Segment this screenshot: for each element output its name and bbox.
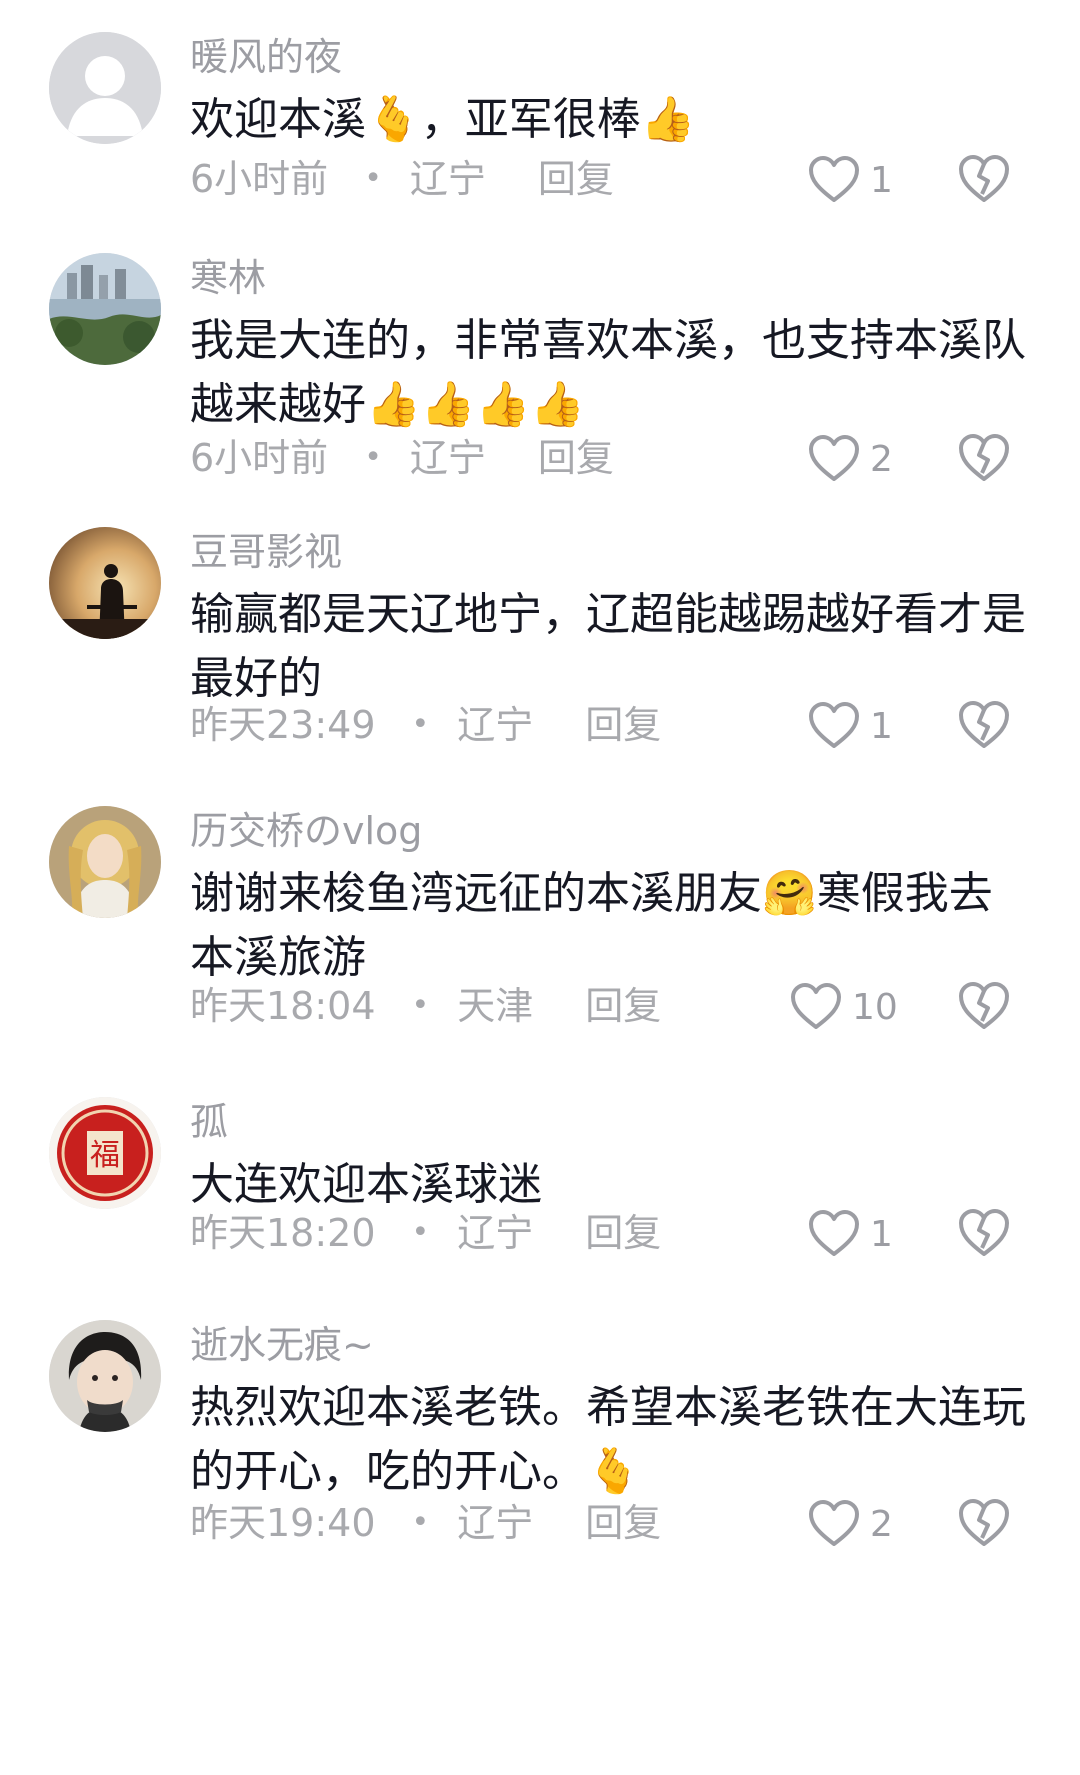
comment-location: 辽宁 <box>457 1211 534 1255</box>
reply-button[interactable]: 回复 <box>585 1498 661 1548</box>
comment-time: 6小时前 <box>190 436 329 480</box>
heart-outline-icon <box>791 983 841 1029</box>
separator-dot: • <box>411 1505 430 1540</box>
username[interactable]: 逝水无痕~ <box>190 1320 374 1370</box>
comment-time: 昨天23:49 <box>190 703 376 747</box>
comment-text: 我是大连的，非常喜欢本溪，也支持本溪队越来越好👍👍👍👍 <box>190 315 1026 430</box>
heart-outline-icon <box>809 1210 859 1256</box>
like-button[interactable]: 10 <box>790 979 900 1035</box>
comment-meta: 6小时前 • 辽宁 回复 <box>190 154 614 204</box>
like-count: 1 <box>870 159 893 201</box>
comment-time: 昨天19:40 <box>190 1501 376 1545</box>
avatar[interactable] <box>49 527 161 639</box>
comment-text: 输赢都是天辽地宁，辽超能越踢越好看才是最好的 <box>190 589 1026 704</box>
username[interactable]: 孤 <box>190 1097 228 1147</box>
dislike-button[interactable] <box>958 154 1012 208</box>
heart-outline-icon <box>809 435 859 481</box>
username[interactable]: 寒林 <box>190 253 266 303</box>
avatar[interactable] <box>49 1320 161 1432</box>
avatar[interactable] <box>49 32 161 144</box>
like-count: 1 <box>870 1213 893 1255</box>
reply-button[interactable]: 回复 <box>585 700 661 750</box>
username[interactable]: 暖风的夜 <box>190 32 342 82</box>
avatar[interactable]: 福 <box>49 1097 161 1209</box>
separator-dot: • <box>411 1215 430 1250</box>
comment-text: 谢谢来梭鱼湾远征的本溪朋友🤗寒假我去本溪旅游 <box>190 868 993 983</box>
dislike-button[interactable] <box>958 433 1012 487</box>
reply-button[interactable]: 回复 <box>585 981 661 1031</box>
dislike-button[interactable] <box>958 981 1012 1035</box>
broken-heart-icon <box>959 1209 1009 1256</box>
dislike-button[interactable] <box>958 1498 1012 1552</box>
comment-meta: 6小时前 • 辽宁 回复 <box>190 433 614 483</box>
like-button[interactable]: 1 <box>808 698 918 754</box>
username[interactable]: 历交桥のvlog <box>190 806 422 856</box>
comment-location: 天津 <box>457 984 534 1028</box>
like-button[interactable]: 2 <box>808 1496 918 1552</box>
svg-text:福: 福 <box>90 1138 120 1173</box>
heart-outline-icon <box>809 156 859 202</box>
comment-meta: 昨天18:04 • 天津 回复 <box>190 981 661 1031</box>
avatar[interactable] <box>49 806 161 918</box>
comment-text: 欢迎本溪🫰，亚军很棒👍 <box>190 94 696 145</box>
like-count: 1 <box>870 705 893 747</box>
like-count: 2 <box>870 1503 893 1545</box>
comment-text: 热烈欢迎本溪老铁。希望本溪老铁在大连玩的开心，吃的开心。🫰 <box>190 1382 1026 1497</box>
comment-location: 辽宁 <box>409 157 486 201</box>
comment-meta: 昨天19:40 • 辽宁 回复 <box>190 1498 661 1548</box>
heart-outline-icon <box>809 702 859 748</box>
comment-location: 辽宁 <box>457 1501 534 1545</box>
comment-location: 辽宁 <box>457 703 534 747</box>
separator-dot: • <box>364 440 382 475</box>
dislike-button[interactable] <box>958 700 1012 754</box>
broken-heart-icon <box>959 982 1009 1029</box>
broken-heart-icon <box>959 434 1009 481</box>
broken-heart-icon <box>959 701 1009 748</box>
dislike-button[interactable] <box>958 1208 1012 1262</box>
separator-dot: • <box>411 707 430 742</box>
like-button[interactable]: 1 <box>808 1206 918 1262</box>
comment-time: 6小时前 <box>190 157 329 201</box>
like-count: 2 <box>870 438 893 480</box>
comment-meta: 昨天23:49 • 辽宁 回复 <box>190 700 661 750</box>
broken-heart-icon <box>959 1499 1009 1546</box>
comment-meta: 昨天18:20 • 辽宁 回复 <box>190 1208 661 1258</box>
username[interactable]: 豆哥影视 <box>190 527 342 577</box>
like-button[interactable]: 2 <box>808 431 918 487</box>
reply-button[interactable]: 回复 <box>585 1208 661 1258</box>
comment-time: 昨天18:04 <box>190 984 376 1028</box>
heart-outline-icon <box>809 1500 859 1546</box>
reply-button[interactable]: 回复 <box>538 433 614 483</box>
comment-time: 昨天18:20 <box>190 1211 376 1255</box>
comment-location: 辽宁 <box>409 436 486 480</box>
broken-heart-icon <box>959 155 1009 202</box>
separator-dot: • <box>411 988 430 1023</box>
separator-dot: • <box>364 161 382 196</box>
avatar[interactable] <box>49 253 161 365</box>
like-count: 10 <box>852 986 898 1028</box>
reply-button[interactable]: 回复 <box>538 154 614 204</box>
comment-list: 暖风的夜 欢迎本溪🫰，亚军很棒👍 6小时前 • 辽宁 回复 1 寒林 我是大连的… <box>0 0 1080 1775</box>
like-button[interactable]: 1 <box>808 152 918 208</box>
